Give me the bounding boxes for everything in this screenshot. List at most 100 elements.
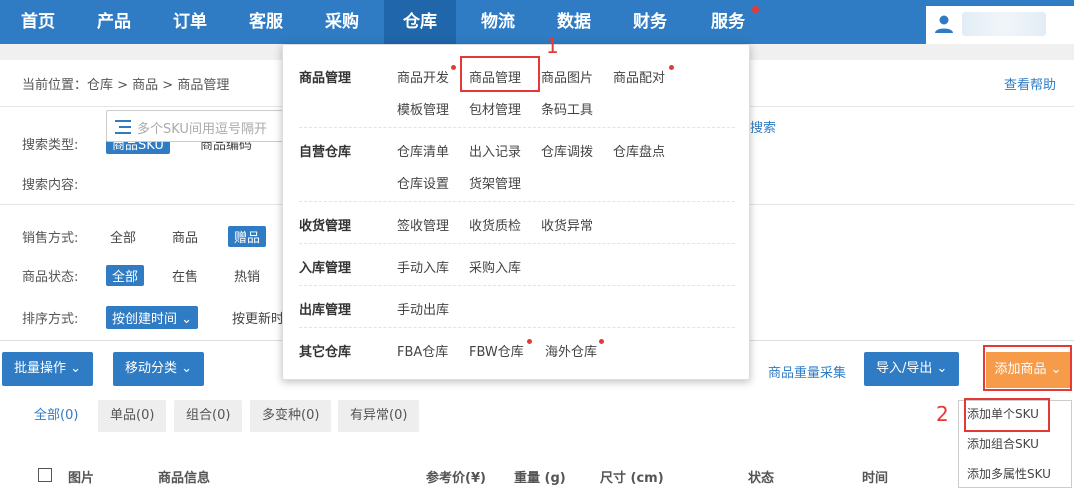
menu-overseas[interactable]: 海外仓库 [545,341,597,360]
search-type-label: 搜索类型: [22,138,79,153]
nav-warehouse[interactable]: 仓库 [384,0,456,44]
notification-dot [752,6,759,13]
sort-selected-label: 按创建时间 [112,312,178,327]
new-dot [451,65,456,70]
th-weight: 重量 (g) [514,471,566,486]
menu-qc[interactable]: 收货质检 [469,215,521,234]
weight-collect-link[interactable]: 商品重量采集 [768,362,846,381]
chevron-down-icon: ⌄ [70,361,82,376]
nav-purchase[interactable]: 采购 [304,0,380,44]
help-link[interactable]: 查看帮助 [1004,74,1056,93]
highlight-product-manage [460,56,540,92]
menu-cat-receiving: 收货管理 [299,219,352,234]
menu-cat-outbound: 出库管理 [299,303,352,318]
import-export-button[interactable]: 导入/导出 ⌄ [864,352,960,386]
menu-purchase-inbound[interactable]: 采购入库 [469,257,521,276]
nav-logistics[interactable]: 物流 [460,0,536,44]
menu-separator [299,285,735,286]
search-placeholder: 多个SKU间用逗号隔开 [137,122,267,137]
menu-product-dev[interactable]: 商品开发 [397,67,449,86]
menu-separator [299,201,735,202]
move-label: 移动分类 [125,361,178,376]
search-button[interactable]: 搜索 [750,117,776,136]
menu-manual-outbound[interactable]: 手动出库 [397,299,449,318]
menu-manual-inbound[interactable]: 手动入库 [397,257,449,276]
menu-transfer[interactable]: 仓库调拨 [541,141,593,160]
th-status: 状态 [748,471,775,486]
batch-label: 批量操作 [14,361,67,376]
search-content-label: 搜索内容: [22,178,79,193]
th-time: 时间 [862,471,889,486]
add-multi-attr-sku[interactable]: 添加多属性SKU [967,465,1051,482]
menu-cat-other: 其它仓库 [299,345,352,360]
user-box[interactable] [926,6,1074,44]
user-name-redacted [962,12,1046,36]
menu-cat-inbound: 入库管理 [299,261,352,276]
tab-variants[interactable]: 多变种(0) [250,400,332,432]
menu-fbw[interactable]: FBW仓库 [469,341,524,360]
menu-product-match[interactable]: 商品配对 [613,67,665,86]
chevron-down-icon: ⌄ [936,361,948,376]
step-2-label: 2 [936,402,949,426]
tab-abnormal[interactable]: 有异常(0) [338,400,420,432]
menu-stocktake[interactable]: 仓库盘点 [613,141,665,160]
status-all[interactable]: 全部 [106,265,145,286]
tab-combo[interactable]: 组合(0) [174,400,243,432]
menu-cat-product: 商品管理 [299,71,352,86]
sort-label: 排序方式: [22,312,79,327]
menu-packaging[interactable]: 包材管理 [469,99,521,118]
new-dot [527,339,532,344]
menu-barcode[interactable]: 条码工具 [541,99,593,118]
add-combo-sku[interactable]: 添加组合SKU [967,435,1039,452]
sort-select[interactable]: 按创建时间 ⌄ [106,306,199,329]
sale-gift[interactable]: 赠品 [228,226,267,247]
breadcrumb: 当前位置：仓库 > 商品 > 商品管理 [22,78,230,93]
th-image: 图片 [68,471,95,486]
chevron-down-icon: ⌄ [181,312,193,327]
list-icon [115,120,131,134]
menu-separator [299,243,735,244]
nav-products[interactable]: 产品 [76,0,152,44]
warehouse-mega-menu: 商品管理 商品开发 商品管理 商品图片 商品配对 模板管理 包材管理 条码工具 … [282,44,750,380]
menu-sign-in[interactable]: 签收管理 [397,215,449,234]
sale-label: 销售方式: [22,231,79,246]
th-price: 参考价(¥) [426,471,486,486]
menu-shelf[interactable]: 货架管理 [469,173,521,192]
highlight-add-product [983,345,1072,391]
step-1-label: 1 [546,34,559,58]
menu-fba[interactable]: FBA仓库 [397,341,448,360]
status-hot[interactable]: 热销 [234,266,260,285]
tab-all[interactable]: 全部(0) [22,400,91,432]
sale-product[interactable]: 商品 [172,227,198,246]
user-icon [935,15,953,33]
menu-product-images[interactable]: 商品图片 [541,67,593,86]
menu-cat-own-warehouse: 自营仓库 [299,145,352,160]
nav-service[interactable]: 客服 [228,0,304,44]
new-dot [669,65,674,70]
menu-separator [299,327,735,328]
th-size: 尺寸 (cm) [600,471,664,486]
sort-update-time[interactable]: 按更新时 [232,308,284,327]
menu-warehouse-settings[interactable]: 仓库设置 [397,173,449,192]
batch-operation-button[interactable]: 批量操作 ⌄ [2,352,94,386]
top-nav: 首页 产品 订单 客服 采购 仓库 物流 数据 财务 服务 [0,0,1074,44]
nav-orders[interactable]: 订单 [152,0,228,44]
new-dot [599,339,604,344]
highlight-add-single [964,398,1050,432]
nav-home[interactable]: 首页 [0,0,76,44]
menu-receive-exception[interactable]: 收货异常 [541,215,593,234]
menu-separator [299,127,735,128]
status-onsale[interactable]: 在售 [172,266,198,285]
menu-io-records[interactable]: 出入记录 [469,141,521,160]
menu-template[interactable]: 模板管理 [397,99,449,118]
import-export-label: 导入/导出 [876,361,933,376]
menu-warehouse-list[interactable]: 仓库清单 [397,141,449,160]
nav-finance[interactable]: 财务 [612,0,688,44]
status-label: 商品状态: [22,270,79,285]
select-all-checkbox[interactable] [38,468,52,482]
move-category-button[interactable]: 移动分类 ⌄ [113,352,205,386]
sale-all[interactable]: 全部 [110,227,136,246]
tab-single[interactable]: 单品(0) [98,400,167,432]
search-input[interactable]: 多个SKU间用逗号隔开 [106,110,306,142]
chevron-down-icon: ⌄ [181,361,193,376]
